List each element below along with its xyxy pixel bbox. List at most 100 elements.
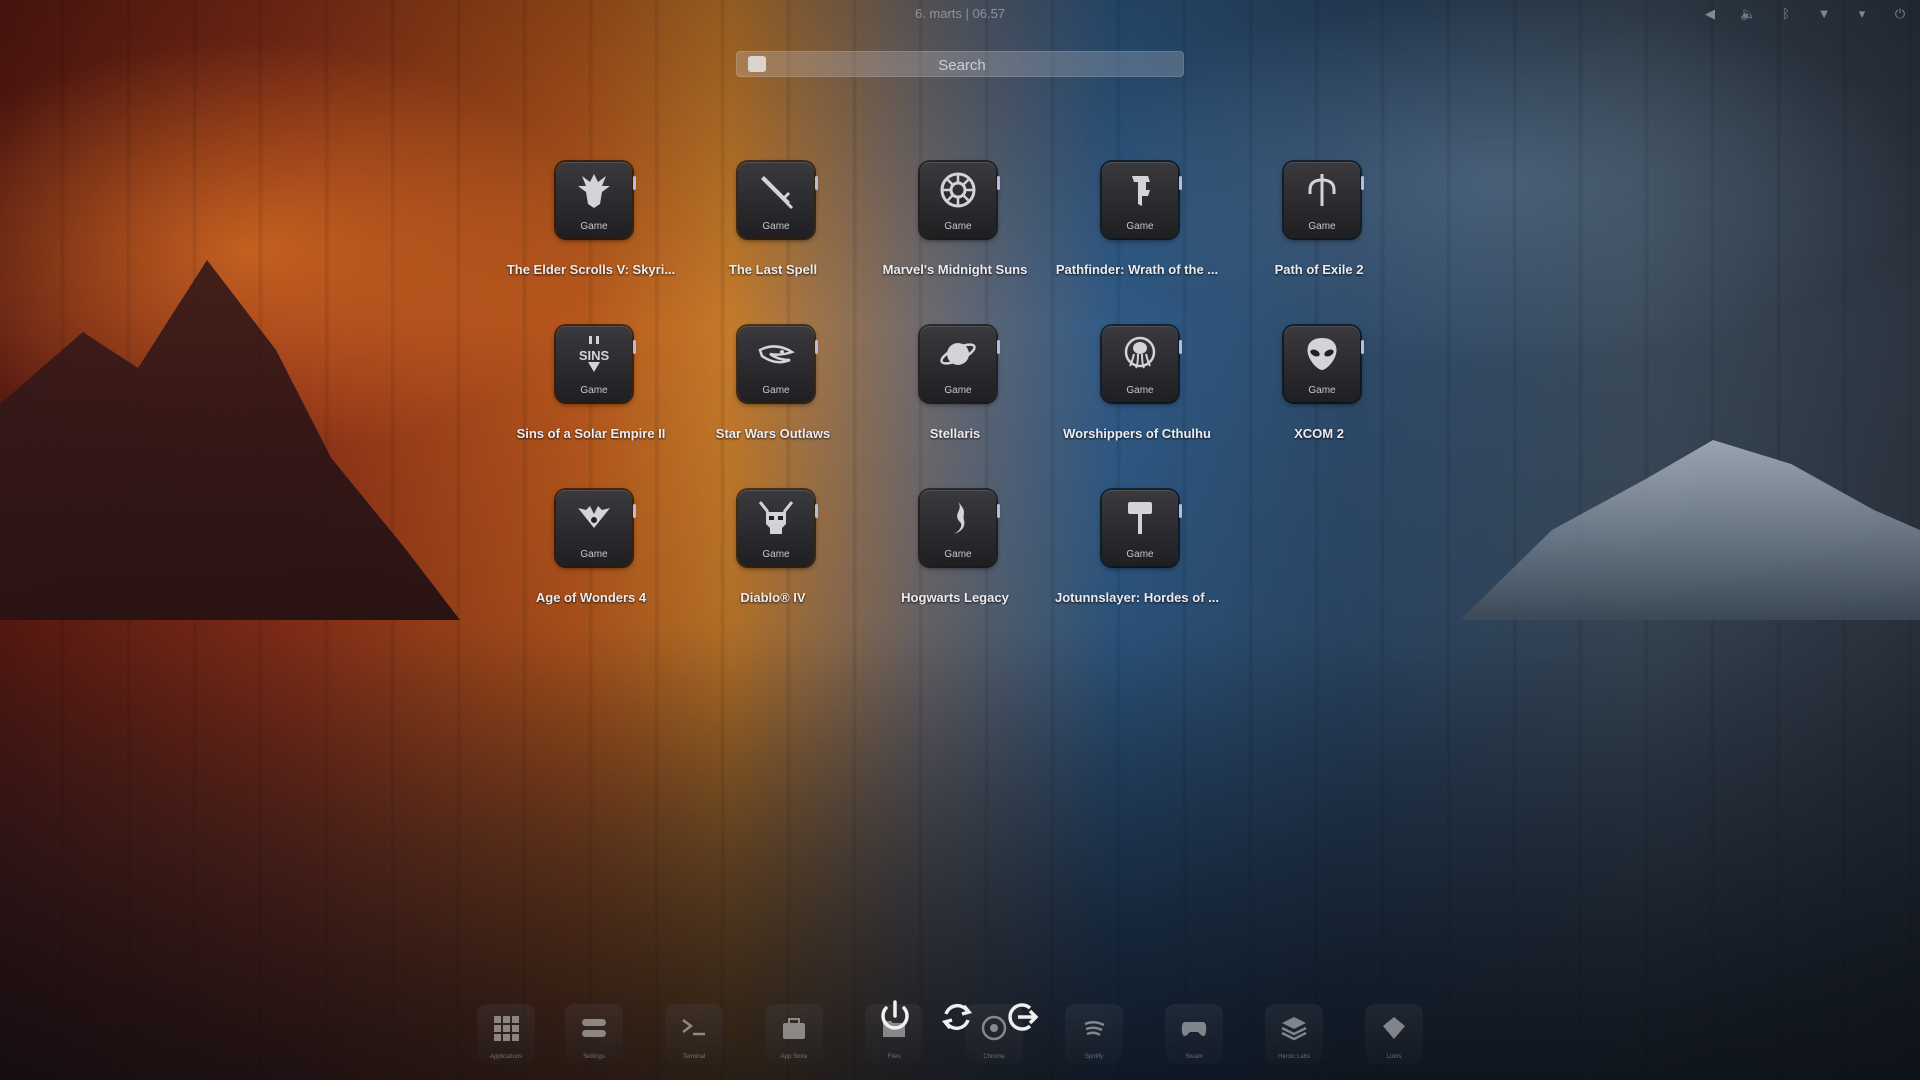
app-icon-tile[interactable]: Game bbox=[1102, 326, 1182, 402]
wallpaper-mountain-left bbox=[0, 260, 460, 620]
app-category: Game bbox=[1126, 549, 1154, 560]
app-icon-tile[interactable]: Game bbox=[556, 162, 636, 238]
power-menu-icon[interactable]: ⏻ bbox=[1892, 6, 1908, 22]
cthulhu-icon bbox=[1124, 336, 1156, 369]
session-buttons bbox=[876, 998, 1046, 1038]
app-name: XCOM 2 bbox=[1294, 426, 1344, 441]
power-button[interactable] bbox=[876, 998, 914, 1036]
running-indicator bbox=[815, 176, 818, 190]
app-icon-tile[interactable]: Game bbox=[1102, 490, 1182, 566]
running-indicator bbox=[997, 340, 1000, 354]
running-indicator bbox=[1179, 176, 1182, 190]
app-grid: Game The Elder Scrolls V: Skyri... Game … bbox=[500, 158, 1420, 650]
app-category: Game bbox=[580, 549, 608, 560]
app-icon-tile[interactable]: Game bbox=[738, 326, 818, 402]
dock-item-label: Settings bbox=[583, 1054, 605, 1060]
app-icon-tile[interactable]: Game bbox=[1284, 326, 1364, 402]
app-category: Game bbox=[580, 221, 608, 232]
logout-icon bbox=[1008, 1003, 1039, 1031]
app-category: Game bbox=[1126, 221, 1154, 232]
sword-icon bbox=[761, 176, 794, 210]
dock-item-label: Lutris bbox=[1386, 1054, 1402, 1060]
running-indicator bbox=[633, 504, 636, 518]
bluetooth-icon[interactable]: ᛒ bbox=[1778, 6, 1794, 22]
dropdown-icon[interactable]: ▾ bbox=[1854, 6, 1870, 22]
running-indicator bbox=[997, 504, 1000, 518]
running-indicator bbox=[633, 340, 636, 354]
wifi-icon[interactable]: ▼ bbox=[1816, 6, 1832, 22]
dock-item-label: Terminal bbox=[682, 1054, 706, 1060]
clock[interactable]: 6. marts | 06.57 bbox=[860, 6, 1060, 21]
pathfinder-icon bbox=[1132, 176, 1150, 206]
dock-item-label: Steam bbox=[1185, 1054, 1203, 1060]
app-tile[interactable]: Game The Elder Scrolls V: Skyri... bbox=[500, 158, 682, 322]
dock-item[interactable]: Terminal bbox=[665, 1004, 723, 1064]
app-icon-tile[interactable]: SINS Game bbox=[556, 326, 636, 402]
sins-logo-icon: SINS bbox=[579, 336, 609, 372]
app-category: Game bbox=[1126, 385, 1154, 396]
app-tile[interactable]: Game Jotunnslayer: Hordes of ... bbox=[1046, 486, 1228, 650]
app-tile[interactable]: SINS Game Sins of a Solar Empire II bbox=[500, 322, 682, 486]
app-name: Age of Wonders 4 bbox=[535, 590, 647, 605]
app-icon-tile[interactable]: Game bbox=[738, 162, 818, 238]
trident-icon bbox=[1308, 174, 1336, 206]
running-indicator bbox=[815, 504, 818, 518]
running-indicator bbox=[1179, 340, 1182, 354]
app-tile[interactable]: Game Pathfinder: Wrath of the ... bbox=[1046, 158, 1228, 322]
volume-down-icon[interactable]: ◀ bbox=[1702, 6, 1718, 22]
app-tile[interactable]: Game Hogwarts Legacy bbox=[864, 486, 1046, 650]
app-tile[interactable]: Game The Last Spell bbox=[682, 158, 864, 322]
dock-item[interactable]: Spotify bbox=[1065, 1004, 1123, 1064]
dock-item[interactable]: Applications bbox=[477, 1004, 535, 1064]
spotify-icon bbox=[1084, 1021, 1105, 1037]
dock-item[interactable]: Steam bbox=[1165, 1004, 1223, 1064]
dock-item[interactable]: Settings bbox=[565, 1004, 623, 1064]
search-input[interactable] bbox=[776, 51, 1148, 79]
restart-button[interactable] bbox=[938, 998, 976, 1036]
restart-icon bbox=[941, 1003, 973, 1031]
app-tile[interactable]: Game Age of Wonders 4 bbox=[500, 486, 682, 650]
dock-item-label: Heroic Labs bbox=[1277, 1054, 1310, 1060]
app-name: Sins of a Solar Empire II bbox=[516, 426, 666, 441]
dock-item-label: Spotify bbox=[1084, 1054, 1104, 1060]
app-name: Marvel's Midnight Suns bbox=[882, 262, 1028, 277]
app-tile[interactable]: Game XCOM 2 bbox=[1228, 322, 1410, 486]
app-icon-tile[interactable]: Game bbox=[1102, 162, 1182, 238]
app-tile[interactable]: Game Marvel's Midnight Suns bbox=[864, 158, 1046, 322]
running-indicator bbox=[997, 176, 1000, 190]
running-indicator bbox=[633, 176, 636, 190]
app-category: Game bbox=[762, 221, 790, 232]
gamepad-icon bbox=[1181, 1022, 1207, 1036]
dock-item[interactable]: Heroic Labs bbox=[1265, 1004, 1323, 1064]
app-category: Game bbox=[762, 549, 790, 560]
app-icon-tile[interactable]: Game bbox=[920, 326, 1000, 402]
app-tile[interactable]: Game Star Wars Outlaws bbox=[682, 322, 864, 486]
flame-icon bbox=[954, 502, 965, 534]
volume-icon[interactable]: 🔈 bbox=[1740, 6, 1756, 22]
dock-item-label: Files bbox=[887, 1054, 901, 1060]
dock-item-label: App Store bbox=[780, 1054, 808, 1060]
app-tile[interactable]: Game Path of Exile 2 bbox=[1228, 158, 1410, 322]
app-icon-tile[interactable]: Game bbox=[556, 490, 636, 566]
app-name: The Last Spell bbox=[728, 262, 818, 277]
dock-item[interactable]: App Store bbox=[765, 1004, 823, 1064]
layers-icon bbox=[1281, 1017, 1307, 1041]
toggles-icon bbox=[582, 1019, 606, 1037]
app-tile[interactable]: Game Worshippers of Cthulhu bbox=[1046, 322, 1228, 486]
search-icon bbox=[748, 56, 766, 72]
wallpaper-mountain-right bbox=[1460, 440, 1920, 620]
search-bar[interactable] bbox=[736, 51, 1184, 79]
bag-icon bbox=[783, 1018, 805, 1039]
top-bar: 6. marts | 06.57 ◀ 🔈 ᛒ ▼ ▾ ⏻ bbox=[0, 0, 1920, 30]
terminal-icon bbox=[682, 1019, 705, 1036]
dock-item[interactable]: Lutris bbox=[1365, 1004, 1423, 1064]
app-icon-tile[interactable]: Game bbox=[1284, 162, 1364, 238]
app-name: Diablo® IV bbox=[740, 590, 806, 605]
app-icon-tile[interactable]: Game bbox=[920, 490, 1000, 566]
app-icon-tile[interactable]: Game bbox=[738, 490, 818, 566]
app-tile[interactable]: Game Stellaris bbox=[864, 322, 1046, 486]
logout-button[interactable] bbox=[1002, 998, 1040, 1036]
app-tile[interactable]: Game Diablo® IV bbox=[682, 486, 864, 650]
hammer-icon bbox=[1128, 502, 1152, 534]
app-icon-tile[interactable]: Game bbox=[920, 162, 1000, 238]
